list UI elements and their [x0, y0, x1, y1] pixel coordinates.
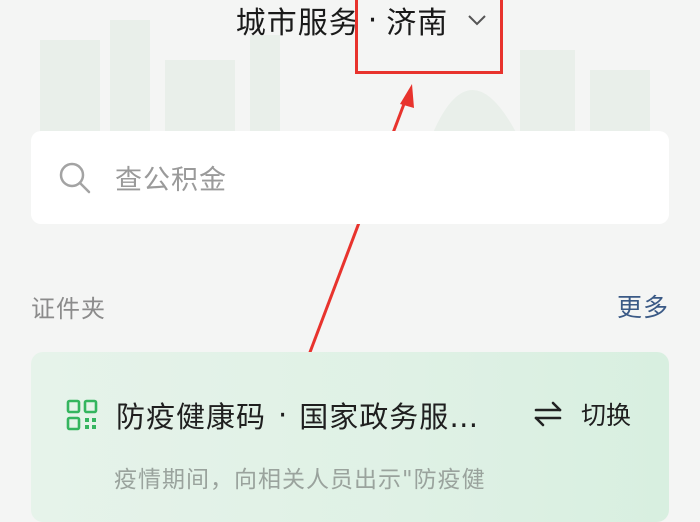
- qr-code-icon: [66, 399, 98, 431]
- switch-button[interactable]: 切换: [533, 396, 631, 432]
- card-title: 防疫健康码: [116, 400, 267, 434]
- swap-arrows-icon: [534, 401, 562, 427]
- page-title: 城市服务: [235, 6, 360, 41]
- card-description: 疫情期间，向相关人员出示"防疫健: [114, 467, 486, 493]
- search-bar[interactable]: 查公积金: [31, 131, 669, 224]
- switch-label: 切换: [580, 401, 631, 430]
- city-selector[interactable]: 城市服务 · 济南: [236, 0, 489, 42]
- card-separator: ·: [278, 398, 288, 432]
- card-source: 国家政务服…: [299, 400, 480, 434]
- more-link[interactable]: 更多: [617, 288, 669, 324]
- page-header: 城市服务 · 济南: [0, 0, 700, 42]
- section-header: 证件夹 更多: [31, 286, 669, 326]
- search-icon: [59, 162, 91, 193]
- title-separator: ·: [367, 2, 379, 38]
- health-code-card[interactable]: 防疫健康码 · 国家政务服… 切换 疫情期间，向相关人员出示"防疫健: [31, 352, 669, 522]
- search-placeholder: 查公积金: [115, 165, 227, 196]
- section-label: 证件夹: [31, 294, 106, 323]
- chevron-down-icon[interactable]: [466, 9, 488, 31]
- card-header-row: 防疫健康码 · 国家政务服… 切换: [31, 392, 669, 438]
- city-name[interactable]: 济南: [386, 0, 448, 42]
